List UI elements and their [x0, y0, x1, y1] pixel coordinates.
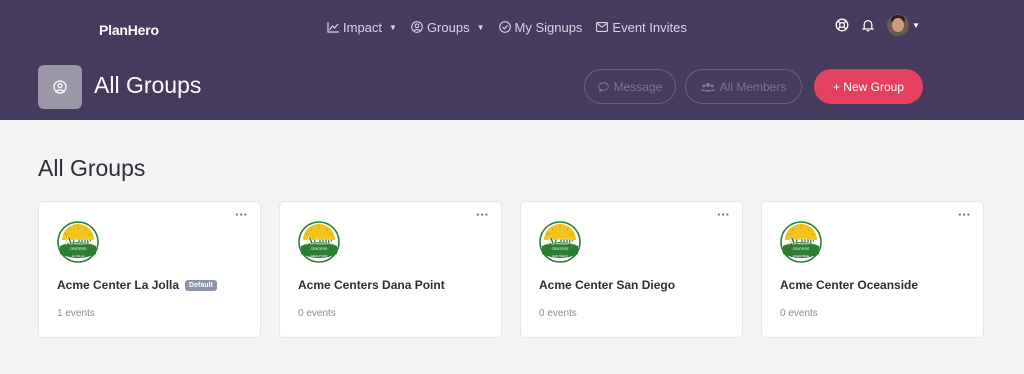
user-avatar[interactable]	[887, 14, 909, 36]
group-page-icon	[38, 65, 82, 109]
envelope-icon	[596, 22, 609, 32]
nav-impact[interactable]: Impact ▼	[327, 20, 397, 35]
nav-groups-label: Groups	[426, 19, 470, 35]
message-button[interactable]: Message	[584, 69, 676, 104]
group-name[interactable]: Acme Center San Diego	[539, 278, 675, 292]
group-logo: Acme CENTERS SAN DIEGO	[539, 221, 581, 263]
lifebuoy-icon[interactable]	[835, 18, 849, 32]
user-circle-icon	[53, 80, 67, 94]
group-logo-sub: CENTERS	[70, 247, 87, 251]
chevron-down-icon[interactable]: ▼	[912, 21, 920, 30]
group-logo-word: Acme	[65, 235, 92, 247]
nav-event-invites[interactable]: Event Invites	[596, 19, 687, 35]
top-header: PlanHero Impact ▼ Groups ▼ My Signups Ev…	[0, 0, 1024, 120]
chat-bubble-icon	[597, 81, 609, 92]
group-logo-word: Acme	[788, 235, 815, 247]
page-title: All Groups	[94, 72, 202, 98]
default-badge: Default	[185, 279, 217, 291]
users-icon	[700, 82, 715, 91]
nav-my-signups-label: My Signups	[514, 19, 583, 35]
group-logo-word: Acme	[306, 235, 333, 247]
group-logo-ribbon: DANA POINT	[311, 254, 328, 258]
group-event-count: 0 events	[298, 308, 336, 319]
check-circle-icon	[498, 21, 511, 33]
avatar-face	[892, 18, 904, 32]
group-name[interactable]: Acme Centers Dana Point	[298, 278, 445, 292]
header-right-actions: ▼	[835, 14, 920, 36]
new-group-button[interactable]: + New Group	[814, 69, 923, 104]
all-members-button-label: All Members	[719, 79, 787, 94]
group-card[interactable]: ··· Acme CENTERS DANA POINT Acme Centers…	[279, 201, 502, 338]
group-event-count: 1 events	[57, 308, 95, 319]
group-logo: Acme CENTERS DANA POINT	[298, 221, 340, 263]
group-logo-ribbon: OCEANSIDE	[793, 254, 810, 258]
group-logo-ribbon: SAN DIEGO	[552, 254, 568, 258]
user-circle-icon	[411, 21, 423, 33]
group-name[interactable]: Acme Center La Jolla	[57, 278, 179, 292]
group-event-count: 0 events	[539, 308, 577, 319]
group-card[interactable]: ··· Acme CENTERS OCEANSIDE Acme Center O…	[761, 201, 984, 338]
more-options-icon[interactable]: ···	[235, 208, 248, 221]
chart-line-icon	[327, 21, 339, 33]
message-button-label: Message	[613, 79, 663, 94]
more-options-icon[interactable]: ···	[958, 208, 971, 221]
group-logo-sub: CENTERS	[793, 247, 810, 251]
nav-event-invites-label: Event Invites	[612, 19, 687, 35]
chevron-down-icon: ▼	[389, 22, 397, 32]
group-logo-sub: CENTERS	[552, 247, 569, 251]
app-logo[interactable]: PlanHero	[99, 22, 159, 38]
group-logo: Acme CENTERS LA JOLLA	[57, 221, 99, 263]
group-card[interactable]: ··· Acme CENTERS LA JOLLA Acme Center La…	[38, 201, 261, 338]
group-name-row: Acme Center La Jolla Default	[57, 278, 217, 292]
nav-my-signups[interactable]: My Signups	[498, 19, 583, 35]
group-logo-sub: CENTERS	[311, 247, 328, 251]
section-title: All Groups	[38, 155, 146, 181]
group-logo-ribbon: LA JOLLA	[72, 254, 85, 258]
all-members-button[interactable]: All Members	[685, 69, 802, 104]
chevron-down-icon: ▼	[476, 22, 485, 32]
more-options-icon[interactable]: ···	[476, 208, 489, 221]
group-event-count: 0 events	[780, 308, 818, 319]
nav-groups[interactable]: Groups ▼	[411, 20, 485, 35]
group-name-row: Acme Center San Diego	[539, 278, 675, 292]
group-card[interactable]: ··· Acme CENTERS SAN DIEGO Acme Center S…	[520, 201, 743, 338]
nav-impact-label: Impact	[343, 19, 383, 35]
more-options-icon[interactable]: ···	[717, 208, 730, 221]
group-logo-word: Acme	[547, 235, 574, 247]
group-logo: Acme CENTERS OCEANSIDE	[780, 221, 822, 263]
group-name-row: Acme Centers Dana Point	[298, 278, 445, 292]
group-name[interactable]: Acme Center Oceanside	[780, 278, 918, 292]
bell-icon[interactable]	[861, 18, 875, 32]
group-name-row: Acme Center Oceanside	[780, 278, 918, 292]
main-nav: Impact ▼ Groups ▼ My Signups Event Invit…	[327, 18, 687, 36]
